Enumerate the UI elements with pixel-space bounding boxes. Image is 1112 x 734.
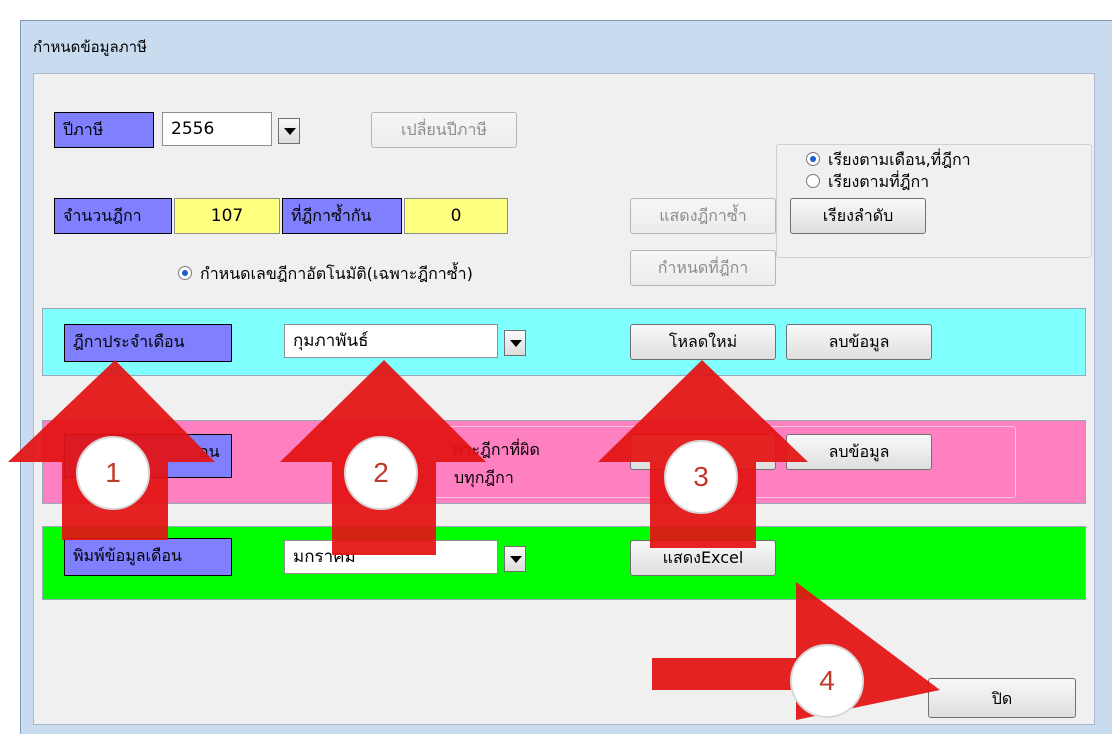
callout-badge-3: 3 [664, 440, 738, 514]
callout-arrows [8, 360, 940, 720]
callout-badge-2: 2 [344, 436, 418, 510]
callout-badge-1: 1 [76, 436, 150, 510]
callout-badge-4: 4 [790, 644, 864, 718]
